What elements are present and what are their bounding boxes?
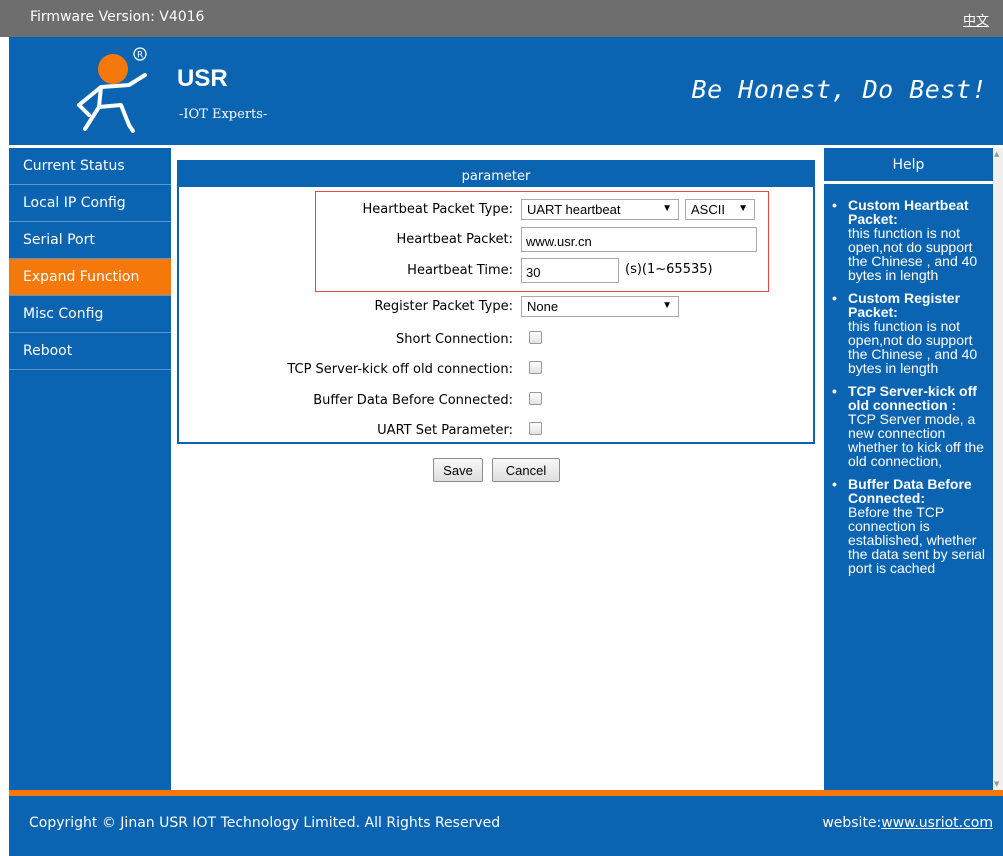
cancel-button[interactable]: Cancel (492, 458, 560, 482)
sidebar-nav: Current Status Local IP Config Serial Po… (9, 148, 171, 790)
short-connection-label: Short Connection: (396, 332, 513, 347)
help-item: • Custom Heartbeat Packet: this function… (832, 198, 993, 282)
parameter-panel: parameter Heartbeat Packet Type: UART he… (177, 160, 815, 444)
website-label: website: (822, 815, 882, 831)
help-title: Help (824, 148, 993, 184)
register-type-select[interactable]: None ▼ (521, 296, 679, 317)
header-banner: R USR -IOT Experts- Be Honest, Do Best! (9, 37, 1003, 145)
sidebar-item-current-status[interactable]: Current Status (9, 148, 171, 185)
heartbeat-type-row: Heartbeat Packet Type: UART heartbeat ▼ … (179, 195, 813, 225)
language-switch-link[interactable]: 中文 (963, 10, 989, 29)
heartbeat-packet-input[interactable]: www.usr.cn (521, 227, 757, 252)
sidebar-item-reboot[interactable]: Reboot (9, 333, 171, 370)
help-item-title: Buffer Data Before Connected: (848, 476, 972, 506)
heartbeat-packet-row: Heartbeat Packet: www.usr.cn (179, 225, 813, 255)
help-item-text: this function is not open,not do support… (848, 318, 978, 376)
kick-off-label: TCP Server-kick off old connection: (287, 362, 513, 377)
bullet-icon: • (832, 476, 837, 492)
buffer-data-label: Buffer Data Before Connected: (313, 393, 513, 408)
brand-name: USR (177, 65, 228, 92)
slogan: Be Honest, Do Best! (691, 75, 987, 104)
help-panel: Help • Custom Heartbeat Packet: this fun… (824, 148, 993, 790)
form-buttons: Save Cancel (171, 458, 821, 484)
scrollbar[interactable]: ▲ ▼ (993, 148, 1003, 790)
footer: Copyright © Jinan USR IOT Technology Lim… (9, 796, 1003, 856)
short-connection-checkbox[interactable] (529, 331, 542, 344)
usr-logo-icon: R (77, 47, 147, 133)
kick-off-row: TCP Server-kick off old connection: (179, 355, 813, 385)
panel-title: parameter (179, 162, 813, 187)
top-bar: Firmware Version: V4016 中文 (0, 0, 1003, 37)
heartbeat-type-select[interactable]: UART heartbeat ▼ (521, 199, 679, 220)
heartbeat-time-input[interactable]: 30 (521, 258, 619, 283)
chevron-down-icon: ▼ (662, 300, 672, 311)
heartbeat-time-row: Heartbeat Time: 30 (s)(1~65535) (179, 256, 813, 286)
sidebar-item-local-ip-config[interactable]: Local IP Config (9, 185, 171, 222)
bullet-icon: • (832, 383, 837, 399)
uart-set-label: UART Set Parameter: (377, 423, 513, 438)
short-connection-row: Short Connection: (179, 325, 813, 355)
heartbeat-type-label: Heartbeat Packet Type: (362, 202, 513, 217)
uart-set-checkbox[interactable] (529, 422, 542, 435)
svg-text:R: R (137, 51, 143, 61)
scroll-down-icon[interactable]: ▼ (994, 780, 999, 788)
register-type-label: Register Packet Type: (374, 299, 513, 314)
help-body: • Custom Heartbeat Packet: this function… (824, 184, 993, 575)
heartbeat-packet-label: Heartbeat Packet: (396, 232, 513, 247)
page: Firmware Version: V4016 中文 R USR -IOT Ex… (0, 0, 1003, 856)
sidebar-item-misc-config[interactable]: Misc Config (9, 296, 171, 333)
help-item-title: Custom Heartbeat Packet: (848, 197, 969, 227)
sidebar-item-serial-port[interactable]: Serial Port (9, 222, 171, 259)
brand-tagline: -IOT Experts- (179, 107, 268, 122)
buffer-data-checkbox[interactable] (529, 392, 542, 405)
heartbeat-type-value: UART heartbeat (527, 202, 621, 217)
help-item-text: this function is not open,not do support… (848, 225, 978, 283)
sidebar-item-expand-function[interactable]: Expand Function (9, 259, 171, 296)
help-item: • Custom Register Packet: this function … (832, 291, 993, 375)
uart-set-row: UART Set Parameter: (179, 416, 813, 446)
chevron-down-icon: ▼ (738, 203, 748, 214)
scroll-up-icon[interactable]: ▲ (994, 150, 999, 158)
heartbeat-time-unit: (s)(1~65535) (625, 262, 713, 277)
buffer-data-row: Buffer Data Before Connected: (179, 386, 813, 416)
website-info: website:www.usriot.com (822, 815, 993, 831)
website-link[interactable]: www.usriot.com (881, 815, 993, 831)
register-type-value: None (527, 299, 559, 314)
chevron-down-icon: ▼ (662, 203, 672, 214)
register-type-row: Register Packet Type: None ▼ (179, 292, 813, 322)
help-item-text: TCP Server mode, a new connection whethe… (848, 411, 984, 469)
copyright-text: Copyright © Jinan USR IOT Technology Lim… (29, 815, 501, 831)
main-content: parameter Heartbeat Packet Type: UART he… (171, 148, 821, 790)
save-button[interactable]: Save (433, 458, 483, 482)
firmware-version: Firmware Version: V4016 (30, 9, 205, 25)
heartbeat-format-select[interactable]: ASCII ▼ (685, 199, 755, 220)
heartbeat-format-value: ASCII (691, 202, 725, 217)
help-item-title: TCP Server-kick off old connection : (848, 383, 977, 413)
help-item: • Buffer Data Before Connected: Before t… (832, 477, 993, 575)
heartbeat-time-label: Heartbeat Time: (407, 263, 513, 278)
kick-off-checkbox[interactable] (529, 361, 542, 374)
help-item: • TCP Server-kick off old connection : T… (832, 384, 993, 468)
bullet-icon: • (832, 197, 837, 213)
help-item-text: Before the TCP connection is established… (848, 504, 985, 576)
bullet-icon: • (832, 290, 837, 306)
help-item-title: Custom Register Packet: (848, 290, 961, 320)
